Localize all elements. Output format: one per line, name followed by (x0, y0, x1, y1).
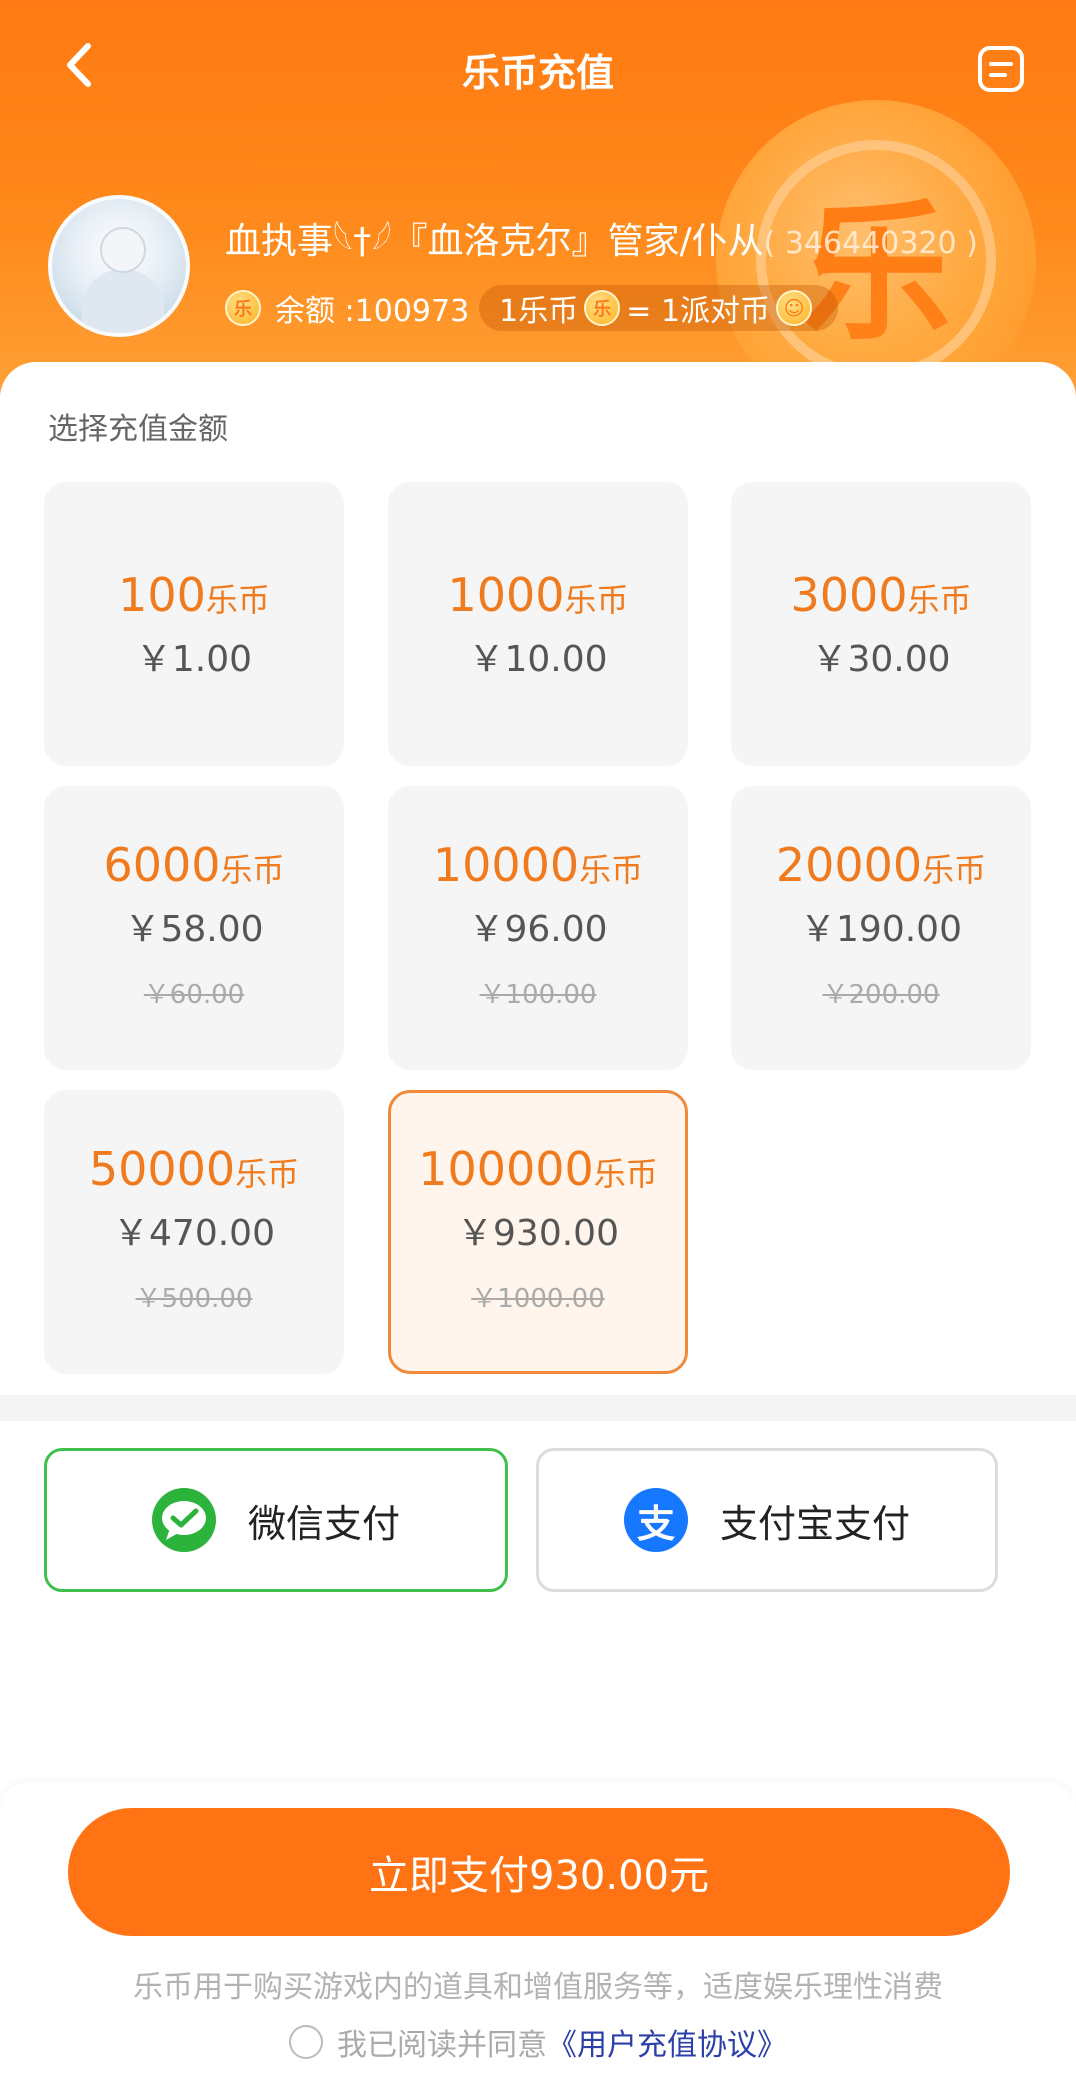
package-amount: 10000乐币 (432, 838, 644, 892)
package-amount: 3000乐币 (790, 568, 972, 622)
section-divider (0, 1395, 1076, 1421)
package-amount: 6000乐币 (103, 838, 285, 892)
recharge-card: 选择充值金额 100乐币 ￥1.00 1000乐币 ￥10.00 3000乐币 … (0, 362, 1076, 1402)
package-price: ￥58.00 (124, 909, 264, 950)
package-price: ￥930.00 (457, 1213, 619, 1254)
package-amount: 100乐币 (118, 568, 270, 622)
package-tile[interactable]: 3000乐币 ￥30.00 (731, 482, 1031, 766)
user-id: ( 346440320 ) (763, 226, 978, 261)
section-label: 选择充值金额 (48, 412, 228, 447)
alipay-label: 支付宝支付 (719, 1501, 910, 1546)
agreement-link[interactable]: 《用户充值协议》 (547, 2020, 787, 2064)
package-amount: 50000乐币 (88, 1142, 300, 1196)
package-tile-selected[interactable]: 100000乐币 ￥930.00 ￥1000.00 (388, 1090, 688, 1374)
wechat-pay-option[interactable]: 微信支付 (44, 1448, 508, 1592)
package-tile[interactable]: 1000乐币 ￥10.00 (388, 482, 688, 766)
pay-now-button[interactable]: 立即支付930.00元 (68, 1808, 1010, 1936)
package-price: ￥470.00 (113, 1213, 275, 1254)
username: 血执事𓆩†𓆪『血洛克尔』管家/仆从( 346440320 ) (225, 205, 978, 265)
package-price: ￥1.00 (135, 639, 253, 680)
avatar (48, 195, 190, 337)
rate-left: 1乐币 (499, 294, 579, 329)
header: 乐 乐币充值 血执事𓆩†𓆪『血洛克尔』管家/仆从( 346440320 ) 乐 … (0, 0, 1076, 420)
rate-right: = 1派对币 (626, 294, 771, 329)
alipay-icon: 支 (623, 1488, 688, 1552)
exchange-rate-pill: 1乐币 乐 = 1派对币 ☺ (479, 285, 839, 331)
package-price: ￥190.00 (800, 909, 962, 950)
package-price: ￥96.00 (468, 909, 608, 950)
agree-text: 我已阅读并同意 (337, 2028, 547, 2063)
page-title: 乐币充值 (461, 51, 614, 95)
records-button[interactable] (976, 44, 1026, 94)
package-tile[interactable]: 100乐币 ￥1.00 (44, 482, 344, 766)
username-text: 血执事𓆩†𓆪『血洛克尔』管家/仆从 (225, 221, 764, 262)
package-price: ￥30.00 (811, 639, 951, 680)
party-coin-icon: ☺ (776, 290, 813, 326)
package-amount: 100000乐币 (418, 1142, 658, 1196)
package-tile[interactable]: 20000乐币 ￥190.00 ￥200.00 (731, 786, 1031, 1070)
balance-row: 乐 余额 :100973 1乐币 乐 = 1派对币 ☺ (225, 285, 839, 331)
package-original-price: ￥200.00 (822, 980, 940, 1010)
package-amount: 1000乐币 (447, 568, 629, 622)
le-coin-icon: 乐 (584, 290, 621, 326)
package-amount: 20000乐币 (775, 838, 987, 892)
balance-label: 余额 :100973 (275, 294, 470, 329)
wechat-pay-label: 微信支付 (247, 1501, 400, 1546)
agreement-row: 我已阅读并同意 《用户充值协议》 (0, 2020, 1076, 2064)
package-tile[interactable]: 50000乐币 ￥470.00 ￥500.00 (44, 1090, 344, 1374)
package-original-price: ￥100.00 (479, 980, 597, 1010)
bottom-bar: 立即支付930.00元 乐币用于购买游戏内的道具和增值服务等，适度娱乐理性消费 … (0, 1782, 1076, 2080)
wechat-pay-icon (151, 1488, 216, 1552)
package-original-price: ￥60.00 (143, 980, 245, 1010)
le-coin-icon: 乐 (225, 290, 261, 326)
document-list-icon (978, 46, 1024, 92)
agree-checkbox[interactable] (289, 2025, 323, 2059)
consumption-notice: 乐币用于购买游戏内的道具和增值服务等，适度娱乐理性消费 (133, 1970, 943, 2005)
package-original-price: ￥500.00 (135, 1284, 253, 1314)
alipay-option[interactable]: 支 支付宝支付 (536, 1448, 998, 1592)
package-tile[interactable]: 10000乐币 ￥96.00 ￥100.00 (388, 786, 688, 1070)
package-tile[interactable]: 6000乐币 ￥58.00 ￥60.00 (44, 786, 344, 1070)
package-price: ￥10.00 (468, 639, 608, 680)
package-original-price: ￥1000.00 (471, 1284, 605, 1314)
